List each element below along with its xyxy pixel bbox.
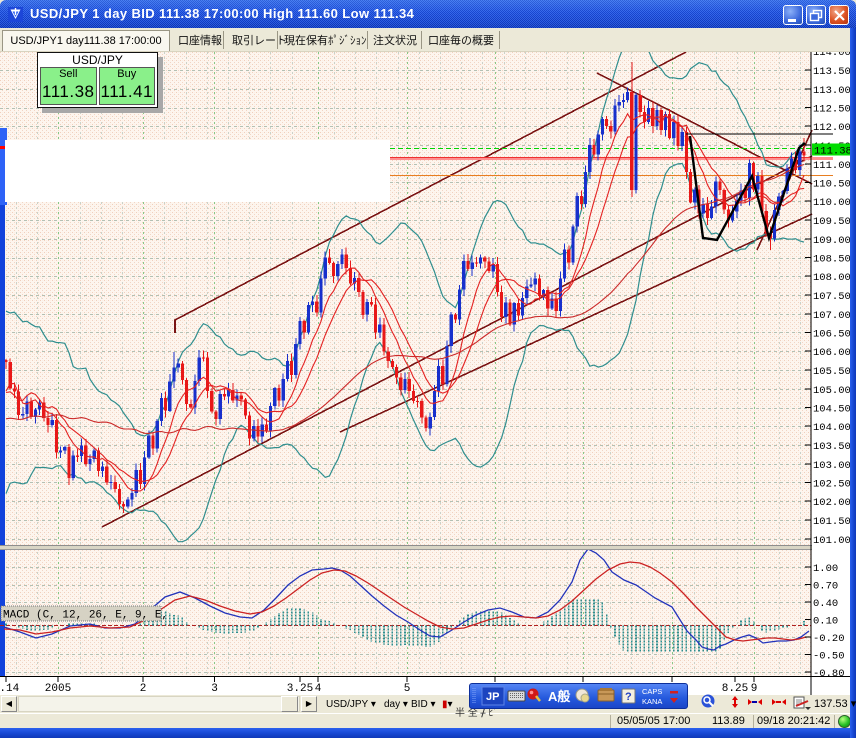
svg-text:106.50: 106.50 xyxy=(813,329,851,341)
svg-text:0.10: 0.10 xyxy=(813,616,838,628)
svg-text:104.00: 104.00 xyxy=(813,422,851,434)
svg-text:110.50: 110.50 xyxy=(813,179,851,191)
svg-text:5: 5 xyxy=(404,683,411,695)
svg-text:102.50: 102.50 xyxy=(813,479,851,491)
svg-text:109.00: 109.00 xyxy=(813,235,851,247)
svg-text:-0.50: -0.50 xyxy=(813,650,845,662)
svg-text:109.50: 109.50 xyxy=(813,216,851,228)
svg-text:3: 3 xyxy=(211,683,218,695)
svg-text:A般: A般 xyxy=(548,689,570,704)
svg-text:112.00: 112.00 xyxy=(813,122,851,134)
svg-text:4: 4 xyxy=(315,683,322,695)
svg-text:101.00: 101.00 xyxy=(813,535,851,547)
svg-text:KANA: KANA xyxy=(642,697,662,706)
svg-text:114.00: 114.00 xyxy=(813,52,851,59)
svg-text:104.50: 104.50 xyxy=(813,404,851,416)
svg-text:113.00: 113.00 xyxy=(813,85,851,97)
svg-text:112.50: 112.50 xyxy=(813,104,851,116)
svg-text:1.00: 1.00 xyxy=(813,563,838,575)
svg-text:103.00: 103.00 xyxy=(813,460,851,472)
svg-text:3.25: 3.25 xyxy=(287,683,313,695)
svg-text:108.50: 108.50 xyxy=(813,254,851,266)
svg-text:105.00: 105.00 xyxy=(813,385,851,397)
svg-text:8.25: 8.25 xyxy=(722,683,748,695)
svg-text:111.38: 111.38 xyxy=(814,146,852,158)
svg-text:-0.20: -0.20 xyxy=(813,633,845,645)
svg-text:107.50: 107.50 xyxy=(813,291,851,303)
svg-text:101.50: 101.50 xyxy=(813,516,851,528)
svg-text:113.50: 113.50 xyxy=(813,66,851,78)
svg-text:102.00: 102.00 xyxy=(813,497,851,509)
svg-text:103.50: 103.50 xyxy=(813,441,851,453)
svg-text:JP: JP xyxy=(486,691,499,703)
svg-text:9: 9 xyxy=(751,683,758,695)
svg-text:2.14: 2.14 xyxy=(0,683,20,695)
svg-text:?: ? xyxy=(625,691,632,703)
svg-text:CAPS: CAPS xyxy=(642,687,662,696)
svg-text:105.50: 105.50 xyxy=(813,366,851,378)
svg-text:107.00: 107.00 xyxy=(813,310,851,322)
svg-text:-0.80: -0.80 xyxy=(813,668,845,680)
svg-text:MACD (C, 12, 26, E, 9, E,: MACD (C, 12, 26, E, 9, E, xyxy=(3,610,168,622)
svg-text:2005: 2005 xyxy=(45,683,71,695)
svg-text:110.00: 110.00 xyxy=(813,197,851,209)
svg-text:2: 2 xyxy=(140,683,147,695)
svg-text:108.00: 108.00 xyxy=(813,272,851,284)
svg-text:0.40: 0.40 xyxy=(813,598,838,610)
svg-text:106.00: 106.00 xyxy=(813,347,851,359)
svg-text:111.00: 111.00 xyxy=(813,160,851,172)
svg-text:0.70: 0.70 xyxy=(813,581,838,593)
